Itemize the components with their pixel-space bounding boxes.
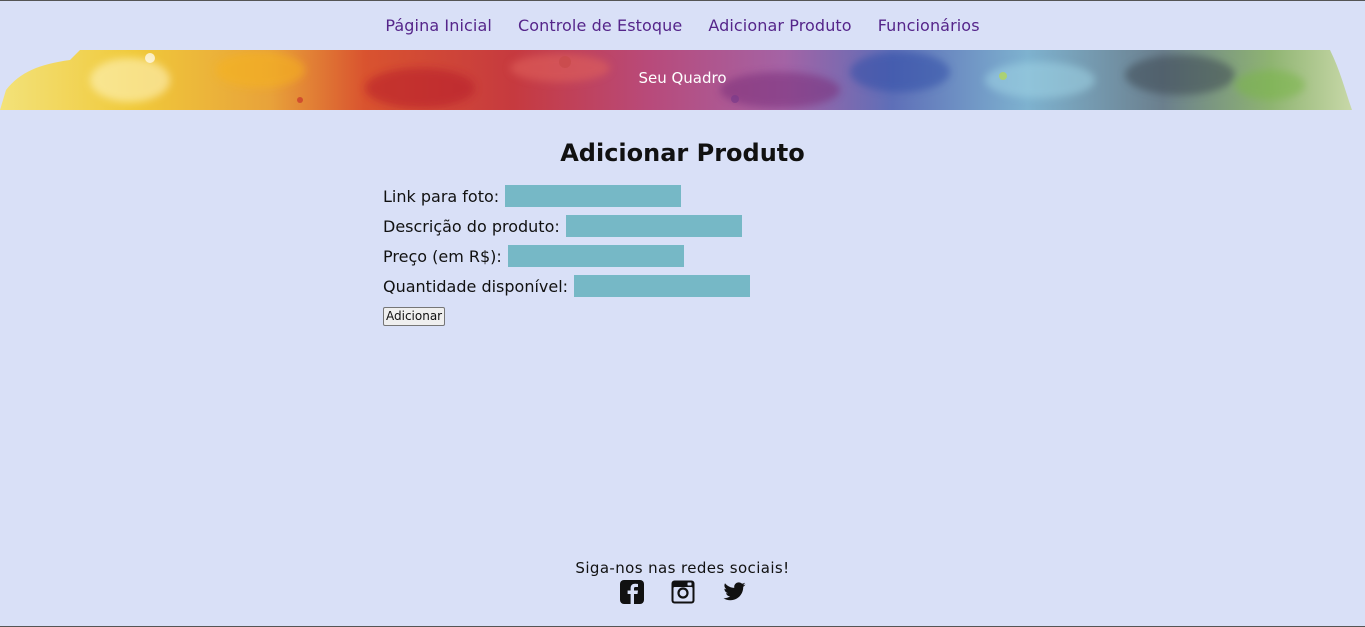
social-callout: Siga-nos nas redes sociais! xyxy=(575,559,790,577)
banner-title: Seu Quadro xyxy=(638,69,727,87)
description-row: Descrição do produto: xyxy=(383,215,803,237)
instagram-icon[interactable] xyxy=(670,579,696,605)
nav-link-add-product[interactable]: Adicionar Produto xyxy=(708,16,851,35)
price-label: Preço (em R$): xyxy=(383,246,502,266)
facebook-icon[interactable] xyxy=(619,579,645,605)
nav-link-stock-control[interactable]: Controle de Estoque xyxy=(518,16,682,35)
quantity-label: Quantidade disponível: xyxy=(383,276,569,296)
quantity-input[interactable] xyxy=(574,275,751,297)
description-label: Descrição do produto: xyxy=(383,216,560,236)
watercolor-banner: Seu Quadro xyxy=(0,50,1365,110)
nav-link-home[interactable]: Página Inicial xyxy=(385,16,492,35)
quantity-row: Quantidade disponível: xyxy=(383,275,803,297)
price-row: Preço (em R$): xyxy=(383,245,803,267)
page-title: Adicionar Produto xyxy=(560,139,805,167)
nav-link-employees[interactable]: Funcionários xyxy=(878,16,980,35)
social-links xyxy=(0,579,1365,605)
add-button[interactable]: Adicionar xyxy=(383,306,446,326)
top-navigation: Página Inicial Controle de Estoque Adici… xyxy=(0,1,1365,50)
twitter-icon[interactable] xyxy=(721,579,747,605)
photo-link-row: Link para foto: xyxy=(383,185,803,207)
description-input[interactable] xyxy=(565,215,742,237)
add-product-form: Link para foto: Descrição do produto: Pr… xyxy=(383,185,803,326)
price-input[interactable] xyxy=(507,245,684,267)
photo-link-label: Link para foto: xyxy=(383,186,500,206)
photo-link-input[interactable] xyxy=(505,185,682,207)
